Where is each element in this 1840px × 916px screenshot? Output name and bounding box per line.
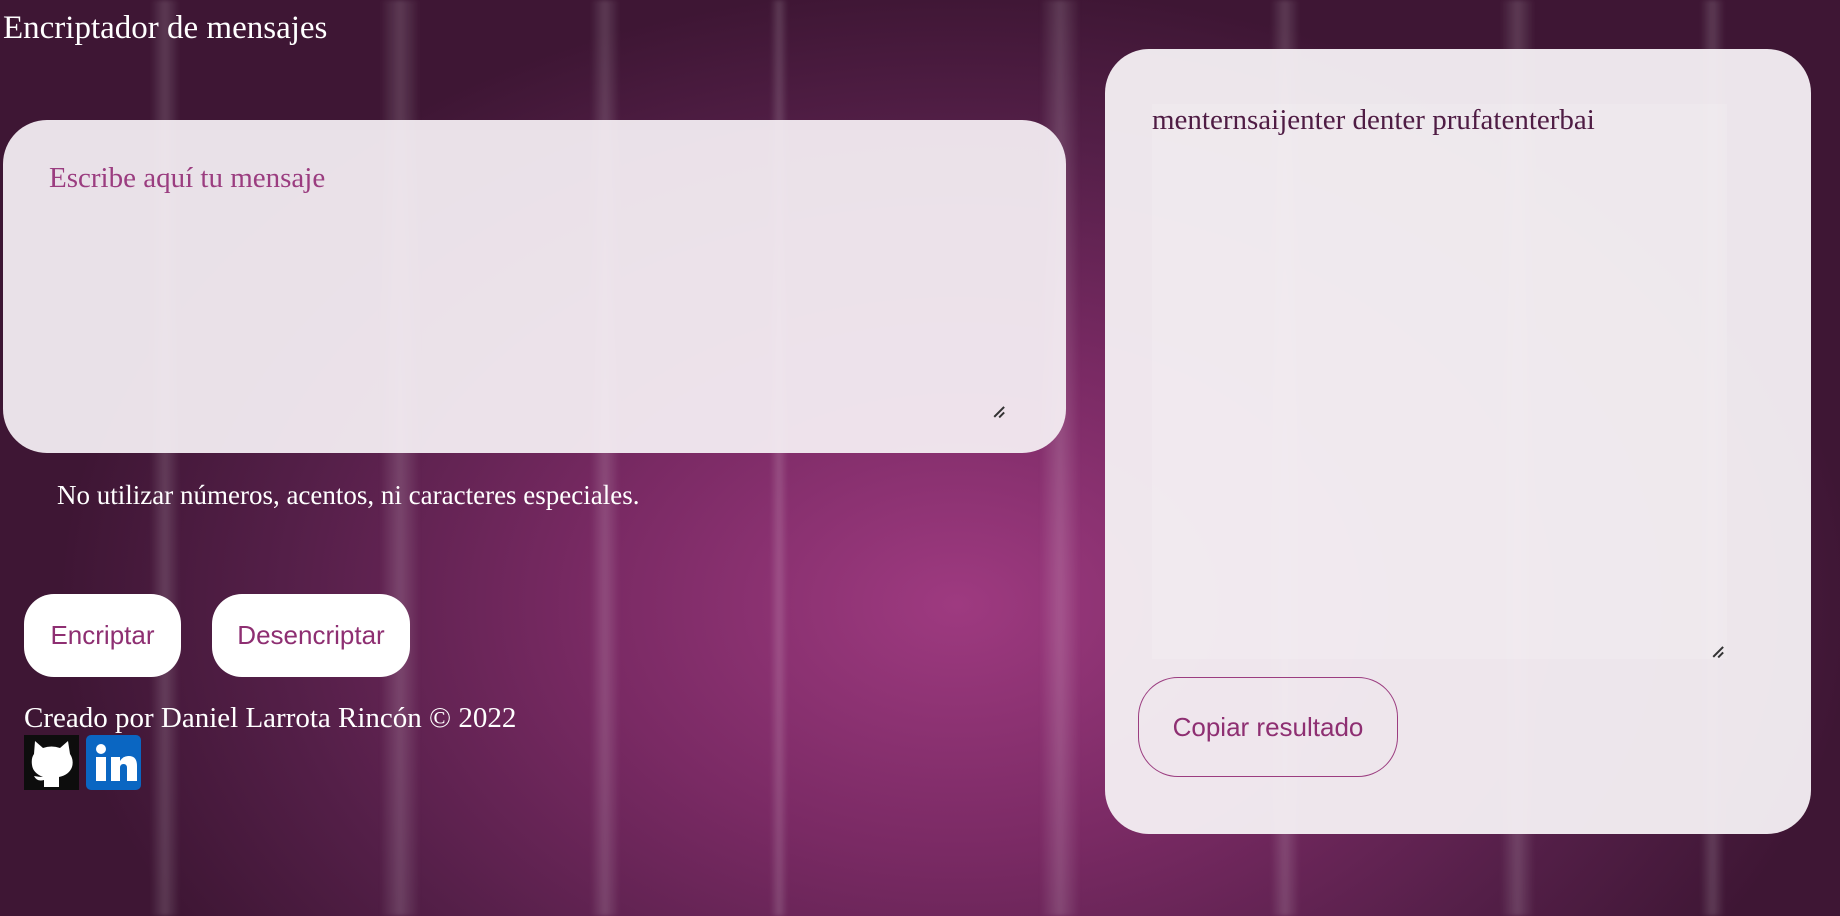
resize-handle-icon[interactable]: [1711, 644, 1723, 656]
message-input[interactable]: [47, 160, 1016, 427]
message-input-card: [3, 120, 1066, 453]
github-link[interactable]: [24, 735, 79, 790]
encrypt-button[interactable]: Encriptar: [24, 594, 181, 677]
github-icon: [31, 741, 73, 787]
linkedin-icon: [96, 744, 137, 781]
footer-credit: Creado por Daniel Larrota Rincón © 2022: [24, 702, 517, 734]
warning-text: No utilizar números, acentos, ni caracte…: [57, 480, 640, 510]
copy-result-button[interactable]: Copiar resultado: [1138, 677, 1398, 777]
result-card: menternsaijenter denter prufatenterbai C…: [1105, 49, 1811, 834]
decrypt-button[interactable]: Desencriptar: [212, 594, 410, 677]
page-title: Encriptador de mensajes: [3, 10, 328, 46]
linkedin-link[interactable]: [86, 735, 141, 790]
result-output[interactable]: menternsaijenter denter prufatenterbai: [1152, 104, 1727, 659]
resize-handle-icon[interactable]: [992, 404, 1004, 416]
